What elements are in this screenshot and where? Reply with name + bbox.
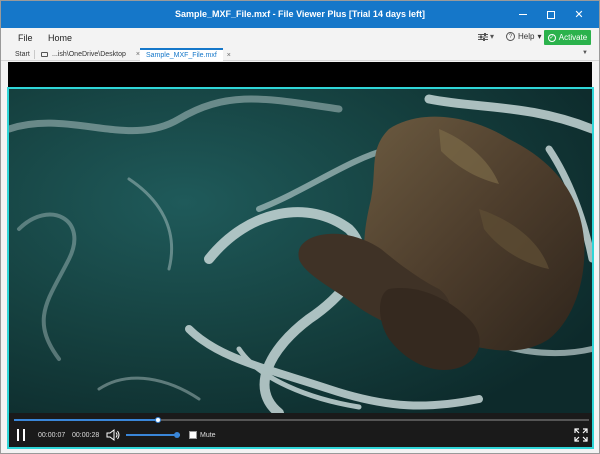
sliders-icon <box>478 32 488 41</box>
close-icon: ✕ <box>574 9 584 21</box>
tab-desktop-label: ...ish\OneDrive\Desktop <box>52 51 126 58</box>
tab-start-label: Start <box>15 51 30 58</box>
maximize-icon <box>547 10 555 19</box>
volume-slider[interactable] <box>126 432 180 438</box>
tab-file[interactable]: Sample_MXF_File.mxf × <box>140 48 231 61</box>
player-controls: 00:00:07 00:00:28 Mute <box>9 413 592 447</box>
media-viewer: 00:00:07 00:00:28 Mute <box>7 87 594 449</box>
seek-bar[interactable] <box>14 417 589 423</box>
help-icon: ? <box>506 32 515 41</box>
app-window: Sample_MXF_File.mxf - File Viewer Plus [… <box>0 0 600 454</box>
seek-handle[interactable] <box>154 417 161 423</box>
menu-file[interactable]: File <box>18 33 33 43</box>
video-frame[interactable] <box>9 89 592 413</box>
help-button[interactable]: ? Help ▾ <box>506 32 541 41</box>
current-time: 00:00:07 <box>38 432 66 439</box>
minimize-button[interactable] <box>509 1 537 28</box>
tab-start[interactable]: Start <box>15 48 30 61</box>
mute-checkbox[interactable] <box>189 431 197 439</box>
tab-separator <box>34 50 35 59</box>
viewer-top-bar <box>8 62 592 87</box>
volume-level <box>126 434 180 436</box>
tab-list-chevron-icon[interactable]: ▼ <box>582 50 588 56</box>
mute-label: Mute <box>200 432 216 439</box>
minimize-icon <box>519 14 527 15</box>
chevron-down-icon: ▾ <box>490 32 495 41</box>
menu-home[interactable]: Home <box>48 33 72 43</box>
tab-desktop[interactable]: ...ish\OneDrive\Desktop × <box>41 48 140 61</box>
activate-button[interactable]: ✓ Activate <box>544 30 591 45</box>
settings-button[interactable]: ▾ <box>478 32 494 41</box>
chevron-down-icon: ▾ <box>537 32 542 41</box>
seek-progress <box>14 419 158 421</box>
tab-file-label: Sample_MXF_File.mxf <box>146 52 217 59</box>
menu-bar: File Home ▾ ? Help ▾ ✓ Activate <box>1 28 599 48</box>
title-bar: Sample_MXF_File.mxf - File Viewer Plus [… <box>1 1 599 28</box>
maximize-button[interactable] <box>537 1 565 28</box>
total-time: 00:00:28 <box>72 432 100 439</box>
volume-handle[interactable] <box>174 432 180 438</box>
activate-label: Activate <box>558 33 588 42</box>
help-label: Help <box>518 32 535 41</box>
volume-icon[interactable] <box>106 429 120 441</box>
pause-button[interactable] <box>16 429 26 441</box>
check-circle-icon: ✓ <box>547 33 556 42</box>
fullscreen-icon[interactable] <box>574 428 588 442</box>
pause-icon <box>17 429 19 441</box>
close-button[interactable]: ✕ <box>565 1 593 28</box>
pause-icon <box>23 429 25 441</box>
tab-close-icon[interactable]: × <box>227 52 231 59</box>
tab-bar: Start ...ish\OneDrive\Desktop × Sample_M… <box>1 48 599 61</box>
folder-icon <box>41 52 48 57</box>
